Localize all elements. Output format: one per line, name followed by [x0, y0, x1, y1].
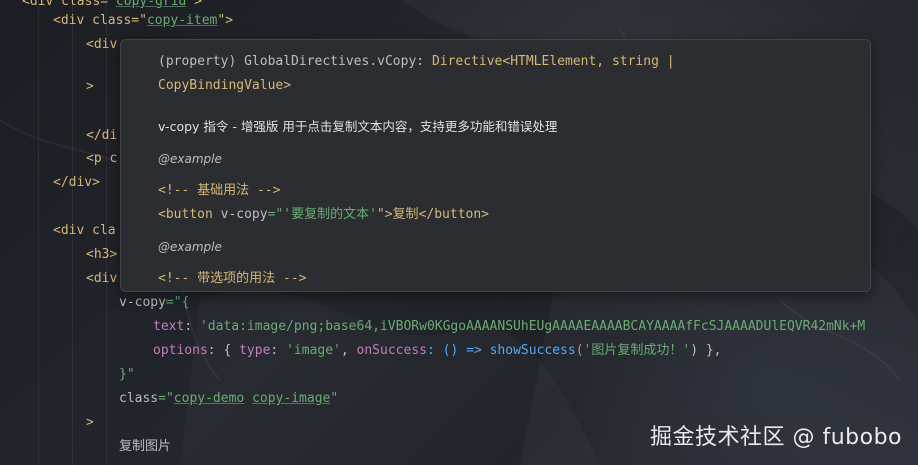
example-tag: @example [158, 152, 222, 166]
indent-guide [38, 0, 39, 465]
token: class [119, 391, 159, 406]
token: 'image' [286, 343, 341, 358]
token: v-copy [220, 207, 268, 222]
signature-type: Directive<HTMLElement, string | [431, 54, 675, 69]
token: <div cla [53, 223, 116, 238]
token: </di [86, 128, 118, 143]
code-line: <p c [86, 147, 117, 171]
signature-line: (property) GlobalDirectives.vCopy: Direc… [158, 50, 675, 74]
token: , [340, 343, 357, 358]
token: "> [186, 0, 203, 9]
token: copy-item [146, 13, 218, 28]
code-line: }" [119, 363, 135, 387]
token: : [270, 343, 287, 358]
signature-line-2: CopyBindingValue> [158, 74, 291, 98]
code-line: <div cla [53, 219, 116, 243]
token: =" [267, 207, 284, 222]
token: " [330, 391, 339, 406]
token: copy-grid [115, 0, 187, 9]
token: copy-image [252, 391, 331, 406]
token: ( [575, 343, 584, 358]
code-line: text: 'data:image/png;base64,iVBORw0KGgo… [153, 315, 865, 339]
code-line: class="copy-demo copy-image" [119, 387, 338, 411]
token: <button [158, 207, 221, 222]
example-code: <button v-copy="'要复制的文本'">复制</button> [158, 203, 489, 227]
token: 'data:image/png;base64,iVBORw0KGgoAAAANS… [199, 319, 866, 334]
token: : [184, 319, 200, 334]
code-line: > [86, 411, 94, 435]
token: copy-demo [173, 391, 245, 406]
comment-text: <!-- 带选项的用法 --> [158, 271, 307, 286]
token: ="{ [165, 295, 190, 310]
code-line: > [86, 75, 94, 99]
code-line: <h3> [86, 243, 117, 267]
code-line: 复制图片 [119, 435, 171, 459]
token: : { [207, 343, 240, 358]
code-line: <div [86, 33, 117, 57]
example-tag: @example [158, 240, 222, 254]
token: '图片复制成功！' [583, 343, 691, 358]
token: type [239, 343, 271, 358]
token: '要复制的文本' [283, 207, 377, 222]
token: }" [119, 367, 135, 382]
code-line: <div class="copy-item"> [53, 9, 233, 33]
token: onSuccess [356, 343, 427, 358]
token: <div [86, 37, 118, 52]
code-line: v-copy="{ [119, 291, 189, 315]
token: : () => [426, 343, 490, 358]
token: <div [86, 271, 118, 286]
code-line: options: { type: 'image', onSuccess: () … [153, 339, 722, 363]
token: > [86, 415, 94, 430]
signature-prefix: (property) GlobalDirectives.vCopy: [158, 54, 432, 69]
token: </div> [53, 175, 100, 190]
token: options [153, 343, 208, 358]
example-comment: <!-- 基础用法 --> [158, 179, 280, 203]
token: "> [217, 13, 234, 28]
token: <div class=" [22, 0, 116, 9]
comment-text: <!-- 基础用法 --> [158, 183, 281, 198]
token: text [153, 319, 185, 334]
token: v-copy [119, 295, 166, 310]
code-line: </div> [53, 171, 100, 195]
token: ) }, [690, 343, 722, 358]
signature-type-2: CopyBindingValue> [158, 78, 292, 93]
token: <p c [86, 151, 118, 166]
watermark: 掘金技术社区 @ fubobo [649, 425, 902, 450]
token: showSuccess [489, 343, 576, 358]
code-line: <div [86, 267, 117, 291]
token: > [86, 79, 94, 94]
quick-documentation-popup[interactable]: (property) GlobalDirectives.vCopy: Direc… [120, 39, 871, 292]
token: 复制图片 [119, 439, 172, 454]
token: =" [158, 391, 174, 406]
example-comment: <!-- 带选项的用法 --> [158, 267, 306, 291]
doc-description: v-copy 指令 - 增强版 用于点击复制文本内容，支持更多功能和错误处理 [158, 119, 558, 134]
code-line: </di [86, 124, 117, 148]
token: <h3> [86, 247, 118, 262]
token: <div class=" [53, 13, 147, 28]
token: ">复制</button> [376, 207, 489, 222]
